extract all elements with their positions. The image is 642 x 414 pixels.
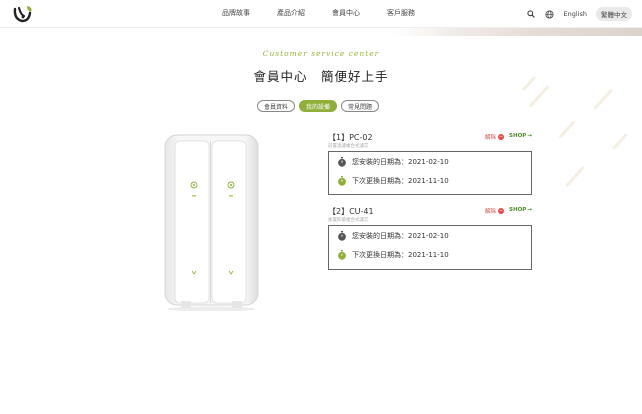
- lang-traditional-chinese[interactable]: 繁體中文: [596, 7, 632, 21]
- device-card-header: 【1】PC-02 解除 − SHOP →: [328, 132, 532, 142]
- nav-customer-service[interactable]: 客戶服務: [387, 8, 442, 18]
- replace-date-row: 下次更換日期為： 2021-11-10: [337, 176, 449, 186]
- search-icon[interactable]: [526, 9, 536, 19]
- nav-brand-story[interactable]: 品牌故事: [222, 8, 277, 18]
- brand-logo[interactable]: [12, 4, 34, 24]
- page: 品牌故事 產品介紹 會員中心 客戶服務 English 繁體中文 Custome…: [0, 0, 642, 414]
- replace-date-label: 下次更換日期為：: [352, 251, 408, 259]
- install-date-row: 您安裝的日期為： 2021-02-10: [337, 231, 449, 241]
- install-date-row: 您安裝的日期為： 2021-02-10: [337, 157, 449, 167]
- globe-icon[interactable]: [545, 9, 555, 19]
- stopwatch-green-icon: [337, 176, 347, 186]
- device-card: 【2】CU-41 解除 − SHOP → 後置抑菌複合式濾芯 您安裝的日期為： …: [328, 206, 532, 270]
- install-date-value: 2021-02-10: [408, 158, 449, 166]
- site-header: 品牌故事 產品介紹 會員中心 客戶服務 English 繁體中文: [0, 0, 642, 28]
- member-tabs: 會員資料 我的設備 常見問題: [257, 100, 380, 112]
- replace-date-row: 下次更換日期為： 2021-11-10: [337, 250, 449, 260]
- section-script-title: Customer service center: [262, 49, 380, 58]
- shop-label: SHOP: [509, 133, 527, 139]
- water-purifier-image: [163, 133, 260, 312]
- decor-stroke: [565, 165, 585, 188]
- shop-link[interactable]: SHOP →: [509, 207, 532, 213]
- device-subtitle: 後置抑菌複合式濾芯: [328, 218, 369, 223]
- device-model-name: 【1】PC-02: [328, 133, 373, 142]
- arrow-right-icon: →: [527, 133, 532, 139]
- unbind-label: 解除: [485, 135, 497, 141]
- replace-date-value: 2021-11-10: [408, 251, 449, 259]
- install-date-label: 您安裝的日期為：: [352, 232, 408, 240]
- stopwatch-green-icon: [337, 250, 347, 260]
- decor-stroke: [593, 88, 613, 111]
- device-card: 【1】PC-02 解除 − SHOP → 前置過濾複合式濾芯 您安裝的日期為： …: [328, 132, 532, 195]
- unbind-button[interactable]: 解除 −: [485, 133, 505, 141]
- install-date-value: 2021-02-10: [408, 232, 449, 240]
- shop-link[interactable]: SHOP →: [509, 133, 532, 139]
- minus-icon: −: [498, 134, 505, 140]
- tab-faq[interactable]: 常見問題: [341, 100, 380, 112]
- arrow-right-icon: →: [527, 207, 532, 213]
- nav-products[interactable]: 產品介紹: [277, 8, 332, 18]
- device-model-name: 【2】CU-41: [328, 207, 374, 216]
- tab-member-profile[interactable]: 會員資料: [257, 100, 296, 112]
- stopwatch-icon: [337, 231, 347, 241]
- device-dates-box: 您安裝的日期為： 2021-02-10 下次更換日期為： 2021-11-10: [328, 225, 532, 270]
- unbind-label: 解除: [485, 209, 497, 215]
- install-date-label: 您安裝的日期為：: [352, 158, 408, 166]
- decor-stroke: [528, 85, 550, 108]
- replace-date-value: 2021-11-10: [408, 177, 449, 185]
- lang-english[interactable]: English: [564, 10, 587, 18]
- tab-my-devices[interactable]: 我的設備: [299, 100, 338, 112]
- replace-date-label: 下次更換日期為：: [352, 177, 408, 185]
- decor-stroke: [558, 120, 576, 139]
- device-subtitle: 前置過濾複合式濾芯: [328, 144, 369, 149]
- header-tools: English 繁體中文: [526, 7, 632, 21]
- stopwatch-icon: [337, 157, 347, 167]
- minus-icon: −: [498, 208, 505, 214]
- main-nav: 品牌故事 產品介紹 會員中心 客戶服務: [222, 8, 442, 18]
- device-dates-box: 您安裝的日期為： 2021-02-10 下次更換日期為： 2021-11-10: [328, 151, 532, 195]
- unbind-button[interactable]: 解除 −: [485, 207, 505, 215]
- shop-label: SHOP: [509, 207, 527, 213]
- nav-member-center[interactable]: 會員中心: [332, 8, 387, 18]
- page-title: 會員中心 簡便好上手: [253, 69, 389, 84]
- decor-stroke: [612, 133, 628, 150]
- device-card-header: 【2】CU-41 解除 − SHOP →: [328, 206, 532, 216]
